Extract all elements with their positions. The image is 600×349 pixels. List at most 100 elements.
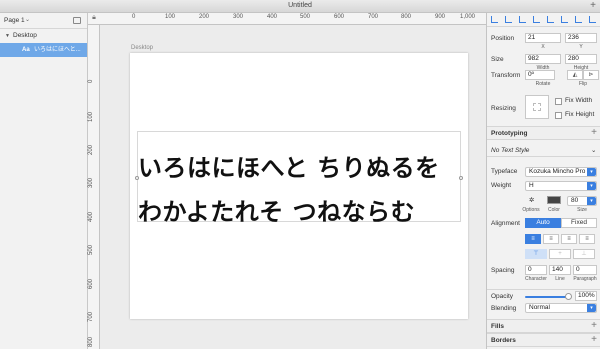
flip-horizontal-button[interactable]: ◭ [567, 70, 583, 80]
align-right-icon[interactable] [519, 16, 526, 23]
paragraph-spacing-field[interactable]: 0 [573, 265, 597, 275]
line-height-field[interactable]: 140 [549, 265, 571, 275]
text-align-left-icon[interactable]: ≡ [525, 234, 541, 244]
layer-item-desktop[interactable]: ▼ Desktop [0, 29, 87, 43]
vertical-align-bottom-icon[interactable]: ⊥ [573, 249, 595, 259]
text-layer-content[interactable]: いろはにほへと ちりぬるを わかよたれそ つねならむ [138, 146, 462, 234]
chevron-down-icon: ▾ [587, 197, 596, 205]
options-label: Options [522, 207, 540, 213]
typeface-label: Typeface [491, 168, 518, 175]
y-label: Y [579, 44, 583, 50]
ruler-tick-label: 0 [88, 79, 94, 83]
typeface-value: Kozuka Mincho Pro [529, 168, 586, 175]
text-options-row: ✲ Options Color 80 ▾ Size [487, 196, 600, 218]
add-icon[interactable]: + [591, 334, 597, 346]
ruler-tick-label: 300 [233, 14, 244, 20]
artboard-label[interactable]: Desktop [131, 45, 153, 51]
height-field[interactable]: 280 [565, 54, 597, 64]
ruler-tick-label: 200 [88, 144, 94, 155]
position-label: Position [491, 35, 515, 42]
width-field[interactable]: 982 [525, 54, 561, 64]
chevron-down-icon[interactable]: ⌄ [591, 146, 596, 154]
disclosure-triangle-icon[interactable]: ▼ [5, 29, 10, 43]
text-style-select[interactable]: No Text Style [491, 147, 529, 154]
weight-value: H [529, 182, 534, 189]
add-icon[interactable]: + [591, 320, 597, 332]
fix-width-label: Fix Width [565, 97, 593, 104]
font-size-value: 80 [571, 197, 579, 204]
size-label: Size [491, 56, 504, 63]
page-selector[interactable]: Page 1 ⌄ [0, 13, 87, 29]
opacity-label: Opacity [491, 293, 514, 300]
ruler-tick-label: 300 [88, 177, 94, 188]
align-top-icon[interactable] [533, 16, 540, 23]
ruler-tick-label: 500 [88, 244, 94, 255]
align-bottom-icon[interactable] [561, 16, 568, 23]
auto-width-button[interactable]: Auto [525, 218, 561, 228]
rotate-field[interactable]: 0º [525, 70, 555, 80]
fix-width-checkbox[interactable] [555, 98, 562, 105]
typeface-row: Typeface Kozuka Mincho Pro ▾ [487, 167, 600, 179]
lock-icon[interactable]: 🔒︎ [89, 14, 99, 24]
ruler-tick-label: 400 [267, 14, 278, 20]
align-center-icon[interactable] [505, 16, 512, 23]
flip-vertical-button[interactable]: ⊳ [583, 70, 599, 80]
layers-panel: Page 1 ⌄ ▼ Desktop Aa いろはにほへと... [0, 13, 88, 349]
prototyping-section[interactable]: Prototyping + [487, 126, 600, 140]
page-panel-icon[interactable] [73, 17, 81, 24]
line-label: Line [555, 276, 565, 282]
vertical-align-top-icon[interactable]: ⊤ [525, 249, 547, 259]
opacity-slider[interactable] [525, 296, 569, 298]
ruler-tick-label: 700 [368, 14, 379, 20]
chevron-down-icon[interactable]: ⌄ [25, 16, 30, 23]
resizing-constraints-widget[interactable] [525, 95, 549, 119]
flip-label: Flip [578, 81, 588, 87]
chevron-down-icon: ▾ [587, 182, 596, 190]
text-align-center-icon[interactable]: ≡ [543, 234, 559, 244]
blending-select[interactable]: Normal ▾ [525, 303, 597, 313]
opacity-slider-knob[interactable] [565, 293, 572, 300]
fix-height-label: Fix Height [565, 111, 595, 118]
layer-label-desktop: Desktop [13, 32, 37, 39]
text-color-swatch[interactable] [547, 196, 561, 204]
gear-icon[interactable]: ✲ [529, 196, 534, 204]
chevron-down-icon: ▾ [587, 168, 596, 176]
typeface-select[interactable]: Kozuka Mincho Pro ▾ [525, 167, 597, 177]
layer-item-text[interactable]: Aa いろはにほへと... [0, 43, 87, 57]
title-bar: Untitled + [0, 0, 600, 13]
borders-section[interactable]: Borders + [487, 333, 600, 347]
text-line-1: いろはにほへと ちりぬるを [138, 153, 440, 182]
distribute-vertical-icon[interactable] [589, 16, 596, 23]
text-align-justify-icon[interactable]: ≡ [579, 234, 595, 244]
opacity-field[interactable]: 100% [575, 291, 597, 301]
fix-height-checkbox[interactable] [555, 112, 562, 119]
color-label: Color [548, 207, 560, 213]
vertical-ruler[interactable]: 0 100 200 300 400 500 600 700 800 [88, 25, 100, 349]
size-sub-label: Size [577, 207, 587, 213]
vertical-align-middle-icon[interactable]: + [549, 249, 571, 259]
align-middle-icon[interactable] [547, 16, 554, 23]
fixed-width-button[interactable]: Fixed [561, 218, 597, 228]
ruler-tick-label: 1,000 [460, 14, 476, 20]
text-line-2: わかよたれそ つねならむ [138, 197, 416, 226]
ruler-tick-label: 200 [199, 14, 210, 20]
add-icon[interactable]: + [590, 0, 596, 12]
alignment-toolbar [487, 13, 600, 27]
vertical-align-row: ⊤ + ⊥ [487, 249, 600, 261]
page-label[interactable]: Page 1 [4, 17, 25, 24]
weight-select[interactable]: H ▾ [525, 181, 597, 191]
text-align-right-icon[interactable]: ≡ [561, 234, 577, 244]
add-icon[interactable]: + [591, 127, 597, 139]
align-left-icon[interactable] [491, 16, 498, 23]
ruler-tick-label: 900 [435, 14, 446, 20]
y-field[interactable]: 236 [565, 33, 597, 43]
horizontal-ruler[interactable]: 0 100 200 300 400 500 600 700 800 900 1,… [88, 13, 486, 25]
character-spacing-field[interactable]: 0 [525, 265, 547, 275]
rotate-label: Rotate [535, 81, 551, 87]
font-size-field[interactable]: 80 ▾ [567, 196, 597, 206]
resizing-label: Resizing [491, 105, 516, 112]
distribute-horizontal-icon[interactable] [575, 16, 582, 23]
fills-section[interactable]: Fills + [487, 319, 600, 333]
text-style-row[interactable]: No Text Style ⌄ [487, 143, 600, 157]
x-field[interactable]: 21 [525, 33, 561, 43]
